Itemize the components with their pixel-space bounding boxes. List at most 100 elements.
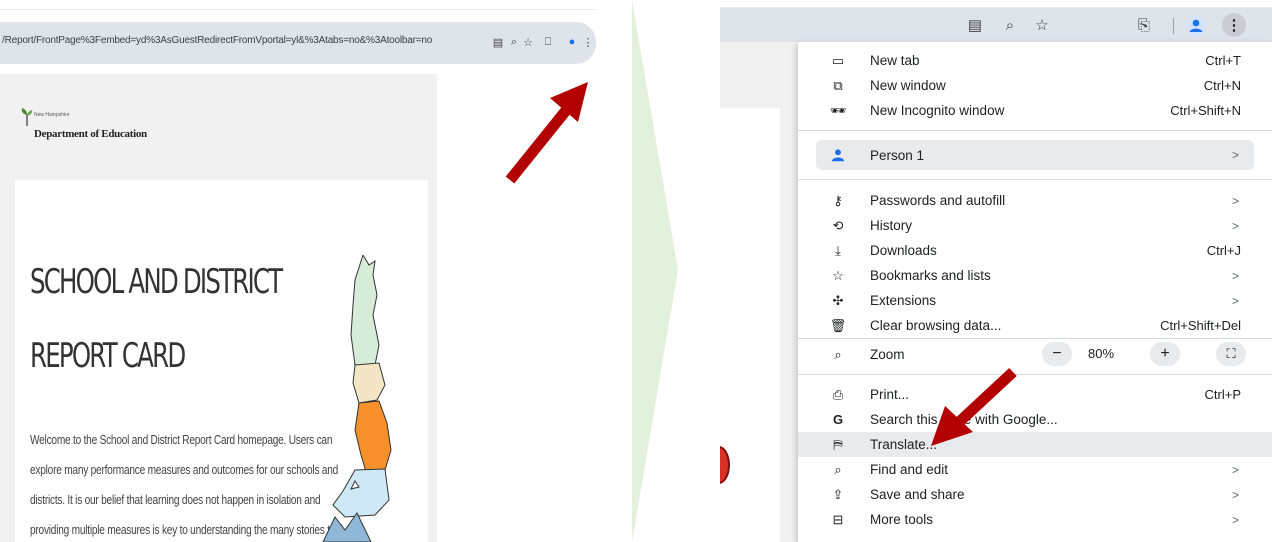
zoom-icon: ⌕	[834, 346, 842, 362]
kebab-menu-button[interactable]: ⋮	[1222, 13, 1246, 37]
menu-item-new-incognito-window[interactable]: 🕶 New Incognito window Ctrl+Shift+N	[798, 98, 1272, 123]
print-icon: ⎙	[832, 386, 844, 402]
chevron-right-icon: >	[1231, 268, 1239, 283]
extensions-icon[interactable]: ⎕	[542, 33, 554, 51]
menu-item-label: More tools	[870, 512, 934, 527]
url-text[interactable]: /Report/FrontPage%3Fembed=yd%3AsGuestRed…	[2, 35, 432, 46]
menu-item-find-and-edit[interactable]: ⌕ Find and edit >	[798, 457, 1272, 482]
org-subtitle: New Hampshire	[34, 112, 70, 118]
key-icon: ⚷	[833, 192, 843, 208]
new-hampshire-map-illustration	[322, 255, 392, 542]
chevron-right-icon: >	[1231, 193, 1239, 208]
menu-item-print[interactable]: ⎙ Print... Ctrl+P	[798, 382, 1272, 407]
menu-item-new-window[interactable]: ⧉ New window Ctrl+N	[798, 73, 1272, 98]
chevron-right-icon: >	[1231, 512, 1239, 527]
menu-item-label: Print...	[870, 387, 910, 402]
chrome-main-menu: ▭ New tab Ctrl+T ⧉ New window Ctrl+N 🕶 N…	[798, 42, 1272, 542]
menu-item-shortcut: Ctrl+Shift+N	[1170, 103, 1241, 118]
history-icon: ⟲	[832, 217, 844, 233]
menu-item-label: Bookmarks and lists	[870, 268, 991, 283]
menu-item-translate[interactable]: ⛿ Translate...	[798, 432, 1272, 457]
menu-separator	[798, 374, 1272, 375]
menu-item-label: New window	[870, 78, 946, 93]
translate-icon[interactable]: ▤	[964, 14, 986, 36]
menu-item-zoom: ⌕ Zoom	[798, 342, 1272, 367]
tab-strip	[0, 0, 596, 10]
menu-item-label: New tab	[870, 53, 920, 68]
menu-separator	[798, 130, 1272, 131]
menu-item-extensions[interactable]: ✣ Extensions >	[798, 288, 1272, 313]
org-name: Department of Education	[34, 128, 147, 140]
menu-item-label: History	[870, 218, 913, 233]
toolbox-icon: ⊟	[832, 511, 844, 527]
menu-item-shortcut: Ctrl+N	[1203, 78, 1241, 93]
page-heading-line1: SCHOOL AND DISTRICT	[30, 262, 283, 302]
extensions-icon[interactable]: ⎘	[1133, 14, 1155, 36]
menu-item-bookmarks[interactable]: ☆ Bookmarks and lists >	[798, 263, 1272, 288]
download-icon: ⤓	[835, 242, 841, 258]
chevron-right-icon: >	[1231, 218, 1239, 233]
menu-item-label: Find and edit	[870, 462, 949, 477]
profile-avatar[interactable]	[1186, 16, 1206, 36]
page-heading-line2: REPORT CARD	[30, 336, 186, 376]
incognito-icon: 🕶	[829, 102, 847, 118]
find-icon: ⌕	[834, 461, 842, 477]
menu-item-shortcut: Ctrl+J	[1206, 243, 1241, 258]
menu-item-downloads[interactable]: ⤓ Downloads Ctrl+J	[798, 238, 1272, 263]
tab-strip	[720, 0, 1272, 8]
chevron-right-icon: >	[1231, 148, 1239, 162]
person-icon	[829, 146, 847, 164]
translate-icon: ⛿	[833, 436, 843, 452]
menu-item-shortcut: Ctrl+P	[1204, 387, 1241, 402]
translate-icon[interactable]: ▤	[492, 33, 504, 51]
new-tab-icon: ▭	[831, 52, 845, 68]
menu-item-new-tab[interactable]: ▭ New tab Ctrl+T	[798, 48, 1272, 73]
menu-item-search-with-google[interactable]: G Search this page with Google...	[798, 407, 1272, 432]
menu-item-shortcut: Ctrl+Shift+Del	[1160, 318, 1241, 333]
menu-item-more-tools[interactable]: ⊟ More tools >	[798, 507, 1272, 532]
menu-item-person[interactable]: Person 1 >	[816, 140, 1254, 170]
menu-item-label: New Incognito window	[870, 103, 1005, 118]
menu-item-history[interactable]: ⟲ History >	[798, 213, 1272, 238]
menu-item-label: Extensions	[870, 293, 937, 308]
zoom-out-button[interactable]: −	[1042, 342, 1072, 366]
kebab-menu-icon[interactable]: ⋮	[582, 33, 594, 51]
right-screenshot-panel: ▤ ⌕ ☆ ⎘ ⋮ ▭ New tab Ctrl+T ⧉ New window …	[720, 0, 1272, 542]
intro-text-line: Welcome to the School and District Repor…	[30, 432, 333, 447]
menu-item-label: Downloads	[870, 243, 937, 258]
zoom-level: 80%	[1088, 346, 1115, 361]
menu-item-label: Person 1	[870, 147, 925, 163]
transition-chevron	[632, 0, 678, 542]
new-window-icon: ⧉	[833, 77, 843, 93]
nh-doe-logo-icon	[21, 108, 33, 126]
intro-text-line: explore many performance measures and ou…	[30, 462, 339, 477]
star-icon: ☆	[832, 267, 844, 283]
menu-item-label: Zoom	[870, 347, 905, 362]
intro-text-line: providing multiple measures is key to un…	[30, 522, 343, 537]
menu-item-save-and-share[interactable]: ⇪ Save and share >	[798, 482, 1272, 507]
share-icon: ⇪	[832, 486, 844, 502]
zoom-in-button[interactable]: +	[1150, 342, 1180, 366]
menu-item-clear-browsing-data[interactable]: 🗑 Clear browsing data... Ctrl+Shift+Del	[798, 313, 1272, 338]
fullscreen-button[interactable]: ⛶	[1216, 342, 1246, 366]
chevron-right-icon: >	[1231, 462, 1239, 477]
menu-item-label: Save and share	[870, 487, 965, 502]
profile-icon[interactable]: ●	[566, 33, 578, 51]
left-screenshot-panel: /Report/FrontPage%3Fembed=yd%3AsGuestRed…	[0, 0, 596, 542]
menu-item-passwords[interactable]: ⚷ Passwords and autofill >	[798, 188, 1272, 213]
chevron-right-icon: >	[1231, 293, 1239, 308]
bookmark-star-icon[interactable]: ☆	[522, 33, 534, 51]
zoom-icon[interactable]: ⌕	[508, 33, 520, 51]
bookmark-star-icon[interactable]: ☆	[1031, 14, 1053, 36]
menu-item-label: Passwords and autofill	[870, 193, 1006, 208]
red-pointer-arrow	[931, 367, 1017, 446]
intro-text-line: districts. It is our belief that learnin…	[30, 492, 321, 507]
zoom-icon[interactable]: ⌕	[999, 14, 1021, 36]
menu-separator	[798, 338, 1272, 339]
menu-item-label: Clear browsing data...	[870, 318, 1002, 333]
trash-icon: 🗑	[829, 317, 847, 333]
google-icon: G	[832, 412, 844, 427]
menu-separator	[798, 179, 1272, 180]
person-icon	[1189, 19, 1203, 32]
chevron-right-icon: >	[1231, 487, 1239, 502]
